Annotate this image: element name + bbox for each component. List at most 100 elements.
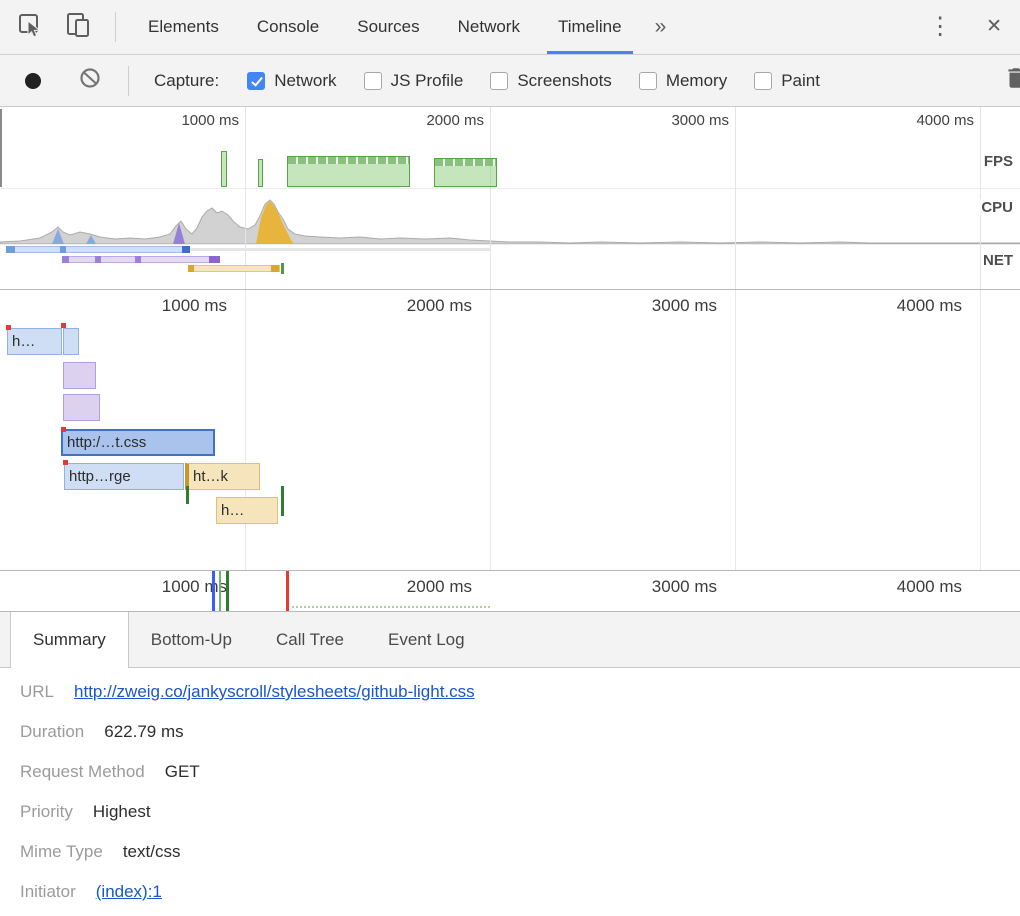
gridline xyxy=(490,107,491,289)
lane-label-cpu: CPU xyxy=(979,199,1015,216)
network-overview-bar xyxy=(62,256,69,263)
time-tick-label: 1000 ms xyxy=(181,112,239,129)
network-overview-bar xyxy=(209,256,220,263)
summary-row-request-method: Request MethodGET xyxy=(20,752,1020,792)
gridline xyxy=(245,290,246,570)
request-bar[interactable] xyxy=(63,328,79,355)
time-tick-label: 3000 ms xyxy=(652,296,717,316)
lane-label-fps: FPS xyxy=(982,153,1015,170)
time-tick-label: 2000 ms xyxy=(407,577,472,597)
capture-option-js-profile[interactable]: JS Profile xyxy=(364,71,464,91)
drawer-tab-summary[interactable]: Summary xyxy=(10,612,129,668)
network-overview-bar xyxy=(62,256,220,263)
summary-row-duration: Duration622.79 ms xyxy=(20,712,1020,752)
request-bar[interactable] xyxy=(63,394,100,421)
capture-toolbar: Capture: Network JS Profile Screenshots Mem… xyxy=(0,55,1020,107)
checkbox-checked[interactable] xyxy=(247,72,265,90)
time-tick-label: 2000 ms xyxy=(426,112,484,129)
dotted-activity-line xyxy=(292,606,490,608)
request-bar[interactable]: ht…k xyxy=(185,463,260,490)
network-overview-bar xyxy=(281,263,284,274)
more-tabs-button[interactable]: » xyxy=(641,0,681,54)
summary-link[interactable]: http://zweig.co/jankyscroll/stylesheets/… xyxy=(74,682,475,702)
summary-row-initiator: Initiator (index):1 xyxy=(20,872,1020,912)
checkbox-label: Paint xyxy=(781,71,820,91)
network-overview-bar xyxy=(190,248,490,251)
gridline xyxy=(735,107,736,289)
cpu-activity-chart xyxy=(0,188,1020,244)
clear-button[interactable] xyxy=(79,67,101,94)
timeline-marker xyxy=(219,571,221,611)
network-overview-bar xyxy=(182,246,190,253)
timeline-ruler-strip[interactable]: 1000 ms2000 ms3000 ms4000 ms xyxy=(0,570,1020,612)
checkbox-unchecked[interactable] xyxy=(639,72,657,90)
fps-bar xyxy=(221,151,227,187)
lane-label-net: NET xyxy=(981,252,1015,269)
fps-bar xyxy=(434,158,497,187)
checkbox-unchecked[interactable] xyxy=(364,72,382,90)
tab-network[interactable]: Network xyxy=(439,0,539,54)
inspect-icon xyxy=(15,10,45,45)
lane-separator xyxy=(0,244,1020,245)
checkbox-label: Network xyxy=(274,71,336,91)
request-bar[interactable]: h… xyxy=(216,497,278,524)
summary-row-priority: PriorityHighest xyxy=(20,792,1020,832)
timeline-overview-pane[interactable]: 1000 ms2000 ms3000 ms4000 msFPSCPUNET xyxy=(0,107,1020,290)
timeline-marker xyxy=(226,571,229,611)
summary-link[interactable]: (index):1 xyxy=(96,882,162,902)
drawer-tab-event-log[interactable]: Event Log xyxy=(366,612,487,667)
timeline-flame-chart[interactable]: 1000 ms2000 ms3000 ms4000 msh…http:/…t.c… xyxy=(0,290,1020,570)
timeline-marker xyxy=(286,571,289,611)
main-toolbar: ElementsConsoleSourcesNetworkTimeline » … xyxy=(0,0,1020,55)
capture-option-screenshots[interactable]: Screenshots xyxy=(490,71,612,91)
request-bar[interactable]: http…rge xyxy=(64,463,184,490)
devtools-window: ElementsConsoleSourcesNetworkTimeline » … xyxy=(0,0,1020,912)
request-bar[interactable] xyxy=(63,362,96,389)
tab-timeline[interactable]: Timeline xyxy=(539,0,641,54)
tab-elements[interactable]: Elements xyxy=(129,0,238,54)
network-overview-bar xyxy=(271,265,279,272)
overview-resize-grip[interactable] xyxy=(0,109,2,187)
summary-value: GET xyxy=(165,762,200,782)
request-bar[interactable]: h… xyxy=(7,328,62,355)
time-tick-label: 3000 ms xyxy=(671,112,729,129)
garbage-collect-button[interactable] xyxy=(1003,64,1020,97)
record-button[interactable] xyxy=(25,73,41,89)
drawer-tab-bottom-up[interactable]: Bottom-Up xyxy=(129,612,254,667)
summary-pane: URL http://zweig.co/jankyscroll/styleshee… xyxy=(0,668,1020,912)
capture-option-network[interactable]: Network xyxy=(247,71,336,91)
capture-label: Capture: xyxy=(154,71,219,91)
gridline xyxy=(245,107,246,289)
fps-bar xyxy=(258,159,263,187)
network-overview-bar xyxy=(6,246,15,253)
device-toolbar-button[interactable] xyxy=(54,0,102,54)
checkbox-unchecked[interactable] xyxy=(490,72,508,90)
inspect-element-button[interactable] xyxy=(6,0,54,54)
network-overview-bar xyxy=(188,265,280,272)
tab-console[interactable]: Console xyxy=(238,0,338,54)
drawer-tab-call-tree[interactable]: Call Tree xyxy=(254,612,366,667)
green-marker xyxy=(281,486,284,516)
panel-tabs: ElementsConsoleSourcesNetworkTimeline xyxy=(129,0,641,54)
checkbox-label: Screenshots xyxy=(517,71,612,91)
capture-option-memory[interactable]: Memory xyxy=(639,71,727,91)
time-tick-label: 4000 ms xyxy=(897,296,962,316)
request-bar[interactable]: http:/…t.css xyxy=(61,429,215,456)
checkbox-unchecked[interactable] xyxy=(754,72,772,90)
capture-option-paint[interactable]: Paint xyxy=(754,71,820,91)
summary-label: Initiator xyxy=(20,882,76,902)
overflow-menu-icon[interactable]: ⋮ xyxy=(912,0,968,54)
network-overview-bar xyxy=(6,246,190,253)
red-marker xyxy=(6,325,11,330)
toolbar-separator xyxy=(115,12,116,42)
trash-icon xyxy=(1003,64,1020,97)
summary-label: URL xyxy=(20,682,54,702)
checkbox-label: JS Profile xyxy=(391,71,464,91)
close-icon[interactable]: ✕ xyxy=(968,0,1020,54)
device-toolbar-icon xyxy=(63,10,93,45)
red-marker xyxy=(61,323,66,328)
time-tick-label: 3000 ms xyxy=(652,577,717,597)
tab-sources[interactable]: Sources xyxy=(338,0,438,54)
network-overview-bar xyxy=(95,256,101,263)
summary-row-url: URL http://zweig.co/jankyscroll/styleshee… xyxy=(20,672,1020,712)
